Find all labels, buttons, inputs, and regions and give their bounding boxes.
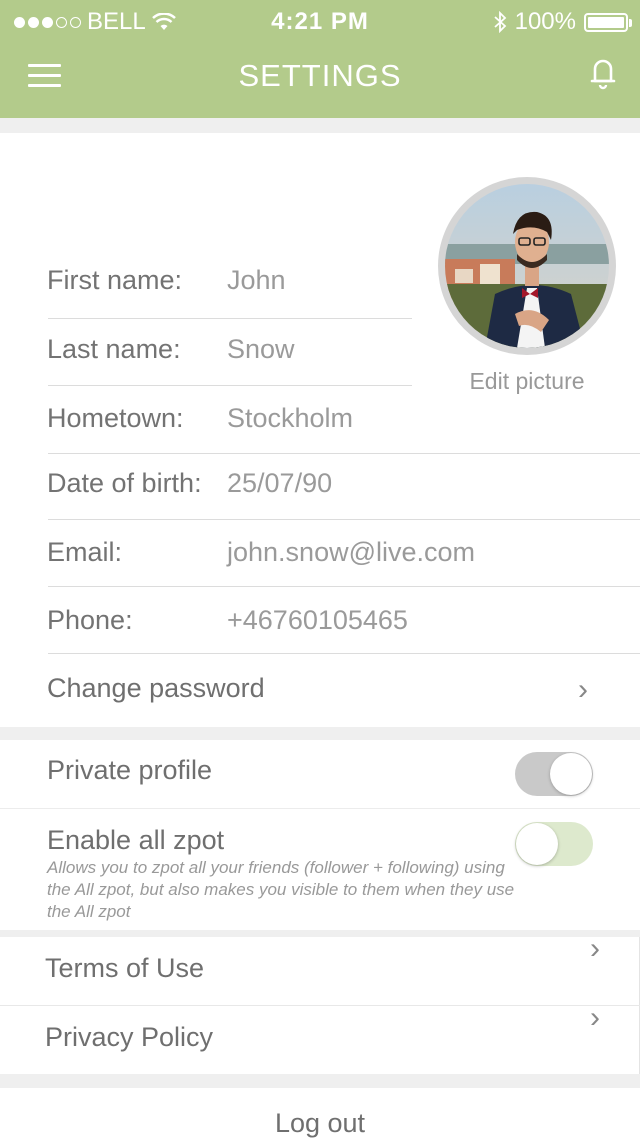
change-password-label: Change password: [47, 673, 265, 703]
privacy-policy-label: Privacy Policy: [45, 1022, 214, 1052]
bell-icon[interactable]: [586, 56, 620, 92]
chevron-right-icon: ›: [578, 673, 588, 706]
email-field[interactable]: john.snow@live.com: [227, 537, 475, 568]
chevron-right-icon: ›: [590, 932, 600, 965]
hometown-field[interactable]: Stockholm: [227, 403, 353, 434]
private-profile-row: Private profile: [47, 755, 212, 786]
first-name-field[interactable]: John: [227, 265, 286, 296]
date-of-birth-row[interactable]: Date of birth: 25/07/90: [47, 468, 332, 499]
divider: [0, 808, 640, 809]
profile-photo: [445, 184, 609, 348]
divider: [48, 586, 640, 587]
enable-all-zpot-description: Allows you to zpot all your friends (fol…: [47, 858, 515, 921]
chevron-right-icon: ›: [590, 1001, 600, 1034]
status-right: 100%: [493, 8, 632, 36]
email-label: Email:: [47, 537, 123, 567]
divider: [48, 453, 640, 454]
profile-picture[interactable]: [438, 177, 616, 355]
email-row[interactable]: Email: john.snow@live.com: [47, 537, 475, 568]
last-name-label: Last name:: [47, 334, 181, 364]
date-of-birth-label: Date of birth:: [47, 468, 202, 498]
enable-all-zpot-row: Enable all zpot: [47, 825, 224, 856]
hometown-row[interactable]: Hometown: Stockholm: [47, 403, 353, 434]
logout-section: Log out: [0, 1088, 640, 1148]
page-title: SETTINGS: [238, 58, 402, 93]
phone-label: Phone:: [47, 605, 133, 635]
enable-all-zpot-label: Enable all zpot: [47, 825, 225, 855]
logout-button[interactable]: Log out: [0, 1108, 640, 1139]
privacy-policy-row[interactable]: Privacy Policy: [45, 1022, 213, 1053]
divider: [48, 653, 640, 654]
first-name-label: First name:: [47, 265, 183, 295]
terms-of-use-row[interactable]: Terms of Use: [45, 953, 204, 984]
nav-bar: SETTINGS: [0, 40, 640, 118]
private-profile-toggle[interactable]: [515, 752, 593, 796]
bluetooth-icon: [494, 11, 506, 33]
edit-picture-link[interactable]: Edit picture: [438, 368, 616, 395]
phone-field[interactable]: +46760105465: [227, 605, 408, 636]
first-name-row[interactable]: First name: John: [47, 265, 286, 296]
divider: [48, 318, 412, 319]
enable-all-zpot-toggle[interactable]: [515, 822, 593, 866]
terms-of-use-label: Terms of Use: [45, 953, 205, 983]
battery-percent: 100%: [514, 8, 576, 35]
phone-row[interactable]: Phone: +46760105465: [47, 605, 408, 636]
last-name-field[interactable]: Snow: [227, 334, 295, 365]
private-profile-label: Private profile: [47, 755, 213, 785]
divider: [48, 519, 640, 520]
change-password-row[interactable]: Change password: [47, 673, 607, 704]
last-name-row[interactable]: Last name: Snow: [47, 334, 295, 365]
divider: [48, 385, 412, 386]
battery-icon: [584, 12, 632, 32]
hometown-label: Hometown:: [47, 403, 184, 433]
status-bar: BELL 4:21 PM 100%: [0, 0, 640, 40]
date-of-birth-field[interactable]: 25/07/90: [227, 468, 332, 499]
divider: [0, 1005, 640, 1006]
